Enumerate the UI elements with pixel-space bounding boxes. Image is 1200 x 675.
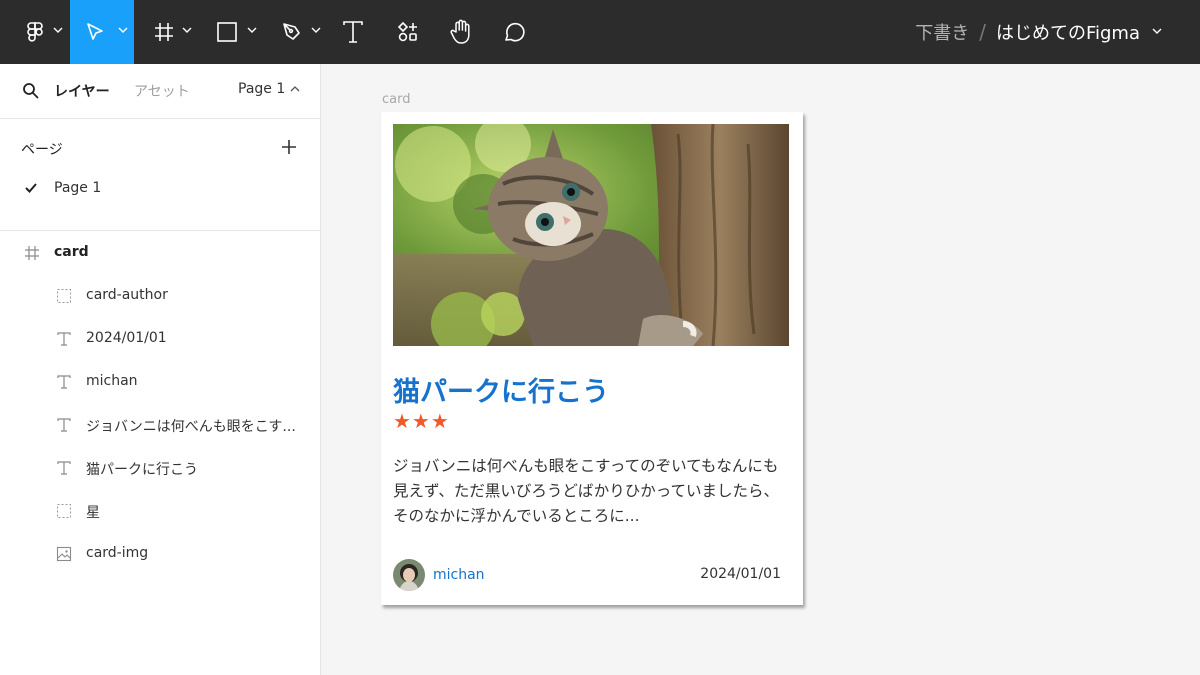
- chevron-down-icon: [53, 27, 63, 33]
- card-author[interactable]: michan: [393, 558, 485, 592]
- sidebar-tabs: レイヤー アセット Page 1: [0, 64, 320, 119]
- layer-item-stars[interactable]: 星: [0, 496, 320, 526]
- layers-sidebar: レイヤー アセット Page 1 ページ Page 1 card card-au: [0, 64, 321, 675]
- chevron-down-icon[interactable]: [1152, 28, 1162, 34]
- text-icon: [57, 332, 71, 346]
- figma-menu-button[interactable]: [10, 0, 63, 64]
- figma-logo-icon: [27, 22, 43, 42]
- layer-name: 星: [86, 505, 100, 521]
- pen-tool-button[interactable]: [271, 0, 325, 64]
- comment-tool-button[interactable]: [496, 0, 532, 64]
- layer-name: michan: [86, 373, 138, 389]
- chevron-down-icon: [247, 27, 257, 33]
- resources-tool-button[interactable]: [390, 0, 426, 64]
- star-rating[interactable]: ★★★: [393, 409, 450, 433]
- layer-item-card[interactable]: card: [0, 238, 320, 268]
- move-tool-button[interactable]: [70, 0, 134, 64]
- page-selector[interactable]: Page 1: [238, 81, 285, 97]
- layer-item-date[interactable]: 2024/01/01: [0, 324, 320, 354]
- frame-icon: [155, 23, 173, 41]
- pages-title: ページ: [21, 142, 63, 158]
- search-icon[interactable]: [22, 82, 40, 100]
- text-icon: [57, 418, 71, 432]
- hand-tool-button[interactable]: [443, 0, 479, 64]
- card-title[interactable]: 猫パークに行こう: [393, 370, 609, 409]
- chevron-down-icon: [118, 27, 128, 33]
- text-tool-button[interactable]: [336, 0, 370, 64]
- file-breadcrumb[interactable]: 下書き / はじめてのFigma: [915, 0, 1162, 64]
- rectangle-icon: [217, 22, 237, 42]
- layer-name: 猫パークに行こう: [86, 462, 198, 478]
- card-date[interactable]: 2024/01/01: [700, 566, 781, 582]
- tab-assets[interactable]: アセット: [134, 81, 190, 101]
- card-body-text[interactable]: ジョバンニは何べんも眼をこすってのぞいてもなんにも見えず、ただ黒いびろうどばかり…: [393, 454, 789, 529]
- avatar: [393, 559, 425, 591]
- chevron-down-icon: [182, 27, 192, 33]
- breadcrumb-separator: /: [979, 20, 986, 44]
- layer-item-body-text[interactable]: ジョバンニは何べんも眼をこす...: [0, 410, 320, 440]
- frame-icon: [25, 246, 39, 260]
- resources-icon: [397, 21, 417, 42]
- card-frame[interactable]: 猫パークに行こう ★★★ ジョバンニは何べんも眼をこすってのぞいてもなんにも見え…: [381, 112, 803, 605]
- layer-item-card-img[interactable]: card-img: [0, 539, 320, 569]
- design-canvas[interactable]: card 猫パークに行こう ★★★ ジョバンニは何べんも眼をこすってのぞいてもな…: [322, 64, 1200, 675]
- author-name[interactable]: michan: [433, 567, 485, 583]
- text-icon: [343, 21, 363, 43]
- image-icon: [56, 546, 72, 562]
- layer-name: card-img: [86, 545, 149, 561]
- avatar-photo: [393, 559, 425, 591]
- pen-icon: [283, 23, 300, 40]
- layer-name: 2024/01/01: [86, 330, 167, 346]
- drafts-link[interactable]: 下書き: [915, 19, 969, 45]
- frame-tool-button[interactable]: [145, 0, 195, 64]
- frame-label[interactable]: card: [382, 92, 410, 107]
- layer-item-card-author[interactable]: card-author: [0, 281, 320, 311]
- group-icon: [57, 504, 71, 518]
- page-name: Page 1: [54, 180, 102, 196]
- tab-layers[interactable]: レイヤー: [54, 81, 110, 101]
- chevron-down-icon: [311, 27, 321, 33]
- chevron-up-icon[interactable]: [290, 86, 300, 92]
- cursor-arrow-icon: [87, 23, 103, 40]
- toolbar: 下書き / はじめてのFigma: [0, 0, 1200, 64]
- check-icon: [25, 183, 37, 193]
- layer-item-title[interactable]: 猫パークに行こう: [0, 453, 320, 483]
- comment-icon: [505, 22, 525, 42]
- add-page-icon[interactable]: [280, 138, 298, 156]
- group-icon: [57, 289, 71, 303]
- layer-item-author-name[interactable]: michan: [0, 367, 320, 397]
- pages-section: ページ Page 1: [0, 119, 320, 231]
- page-item[interactable]: Page 1: [0, 174, 320, 204]
- card-image[interactable]: [393, 124, 789, 346]
- shape-tool-button[interactable]: [207, 0, 259, 64]
- layer-name: ジョバンニは何べんも眼をこす...: [86, 419, 296, 435]
- text-icon: [57, 461, 71, 475]
- kitten-photo: [393, 124, 789, 346]
- file-name[interactable]: はじめてのFigma: [996, 19, 1140, 45]
- hand-icon: [450, 19, 470, 44]
- text-icon: [57, 375, 71, 389]
- layer-name: card: [54, 244, 89, 260]
- layer-name: card-author: [86, 287, 168, 303]
